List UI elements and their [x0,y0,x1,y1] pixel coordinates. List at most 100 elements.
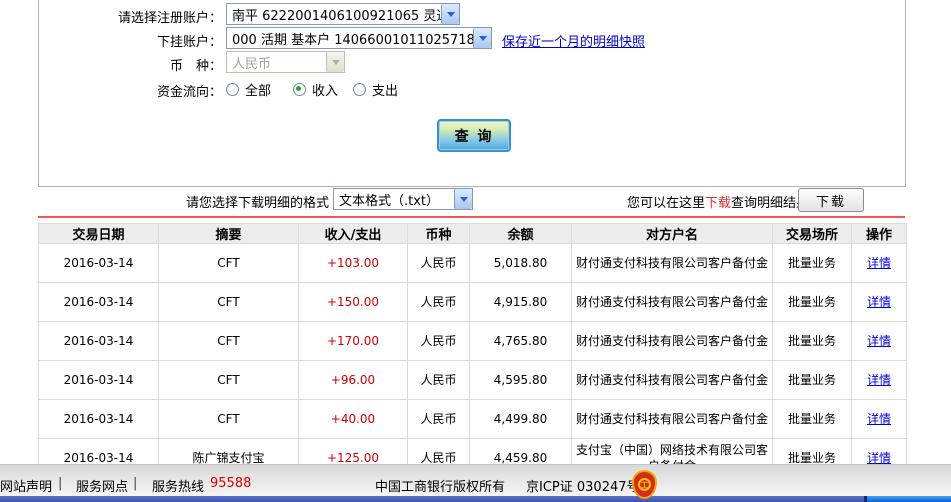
table-row: 2016-03-14 CFT +96.00 人民币 4,595.80 财付通支付… [38,360,907,400]
col-header-date: 交易日期 [38,223,159,244]
snapshot-link[interactable]: 保存近一个月的明细快照 [502,31,645,50]
radio-icon[interactable] [226,83,239,96]
cell-amount: +103.00 [298,243,408,283]
cell-summary: CFT [158,399,299,439]
cell-action: 详情 [851,321,907,361]
radio-icon[interactable] [293,83,306,96]
detail-link[interactable]: 详情 [867,373,891,387]
col-header-channel: 交易场所 [772,223,852,244]
cell-action: 详情 [851,360,907,400]
cell-date: 2016-03-14 [38,360,159,400]
footer-icp: 京ICP证 030247号 [526,480,640,495]
red-divider [38,216,905,218]
footer-hotline-number: 95588 [210,476,252,491]
detail-link[interactable]: 详情 [867,451,891,465]
chevron-down-icon [326,52,344,72]
transactions-table: 交易日期 摘要 收入/支出 币种 余额 对方户名 交易场所 操作 2016-03… [38,223,907,478]
cell-counterparty: 财付通支付科技有限公司客户备付金 [571,399,773,439]
chevron-down-icon[interactable] [441,4,459,24]
chevron-down-icon[interactable] [473,28,491,48]
cell-currency: 人民币 [407,282,470,322]
download-hint-link[interactable]: 下载 [705,196,731,211]
download-button[interactable]: 下载 [798,188,864,212]
cell-balance: 4,915.80 [469,282,572,322]
cell-currency: 人民币 [407,243,470,283]
sub-account-select[interactable]: 000 活期 基本户 1406600101102571848 [226,27,492,49]
footer-link-statement[interactable]: 网站声明 [0,476,52,495]
cell-summary: CFT [158,321,299,361]
cell-counterparty: 财付通支付科技有限公司客户备付金 [571,282,773,322]
col-header-currency: 币种 [407,223,470,244]
cell-action: 详情 [851,282,907,322]
radio-flow-expense-label: 支出 [372,84,399,99]
radio-icon[interactable] [353,83,366,96]
cell-amount: +96.00 [298,360,408,400]
cell-balance: 4,499.80 [469,399,572,439]
download-format-select[interactable]: 文本格式（.txt） [333,188,473,210]
currency-select: 人民币 [226,51,345,73]
icbc-badge-glyph: 工 [638,478,651,491]
registered-account-label: 请选择注册账户： [117,11,222,26]
statusbar-segment-left [0,496,864,502]
currency-value: 人民币 [232,56,272,72]
statusbar-segment-right [864,496,951,502]
cell-amount: +40.00 [298,399,408,439]
download-hint: 您可以在这里下载查询明细结果 [627,192,809,211]
currency-label: 币 种： [169,59,222,74]
radio-flow-income[interactable]: 收入 [293,80,338,99]
cell-summary: CFT [158,243,299,283]
table-row: 2016-03-14 CFT +170.00 人民币 4,765.80 财付通支… [38,321,907,361]
cell-channel: 批量业务 [772,360,852,400]
cell-channel: 批量业务 [772,321,852,361]
detail-link[interactable]: 详情 [867,295,891,309]
cell-balance: 4,595.80 [469,360,572,400]
detail-link[interactable]: 详情 [867,256,891,270]
sub-account-label: 下挂账户： [156,35,222,50]
cell-counterparty: 财付通支付科技有限公司客户备付金 [571,360,773,400]
cell-date: 2016-03-14 [38,399,159,439]
table-row: 2016-03-14 CFT +103.00 人民币 5,018.80 财付通支… [38,243,907,283]
cell-channel: 批量业务 [772,243,852,283]
footer-link-branches[interactable]: 服务网点 [76,476,128,495]
query-button[interactable]: 查 询 [437,119,511,152]
col-header-amount: 收入/支出 [298,223,408,244]
download-format-value: 文本格式（.txt） [339,193,440,209]
radio-flow-all-label: 全部 [245,84,272,99]
cell-channel: 批量业务 [772,282,852,322]
flow-label: 资金流向： [156,85,222,100]
cell-currency: 人民币 [407,321,470,361]
cell-action: 详情 [851,243,907,283]
table-row: 2016-03-14 CFT +40.00 人民币 4,499.80 财付通支付… [38,399,907,439]
cell-balance: 5,018.80 [469,243,572,283]
registered-account-select[interactable]: 南平 6222001406100921065 灵通卡 [226,3,460,25]
cell-channel: 批量业务 [772,399,852,439]
cell-counterparty: 财付通支付科技有限公司客户备付金 [571,243,773,283]
cell-balance: 4,765.80 [469,321,572,361]
footer-hotline-label: 服务热线 [152,480,205,495]
col-header-counterparty: 对方户名 [571,223,773,244]
sub-account-value: 000 活期 基本户 1406600101102571848 [232,32,473,48]
detail-link[interactable]: 详情 [867,412,891,426]
cell-summary: CFT [158,360,299,400]
chevron-down-icon[interactable] [454,189,472,209]
detail-link[interactable]: 详情 [867,334,891,348]
col-header-action: 操作 [851,223,907,244]
cell-summary: CFT [158,282,299,322]
cell-date: 2016-03-14 [38,321,159,361]
radio-flow-expense[interactable]: 支出 [353,80,398,99]
footer-copyright: 中国工商银行版权所有 [375,480,506,495]
registered-account-value: 南平 6222001406100921065 灵通卡 [232,8,441,24]
download-hint-pre: 您可以在这里 [627,196,706,211]
cell-amount: +170.00 [298,321,408,361]
radio-flow-all[interactable]: 全部 [226,80,271,99]
col-header-summary: 摘要 [158,223,299,244]
download-format-label: 请您选择下载明细的格式 [186,196,330,211]
cell-currency: 人民币 [407,360,470,400]
radio-flow-income-label: 收入 [312,84,339,99]
table-row: 2016-03-14 CFT +150.00 人民币 4,915.80 财付通支… [38,282,907,322]
cell-counterparty: 财付通支付科技有限公司客户备付金 [571,321,773,361]
footer-separator: | [133,476,138,491]
cell-amount: +150.00 [298,282,408,322]
cell-action: 详情 [851,399,907,439]
col-header-balance: 余额 [469,223,572,244]
